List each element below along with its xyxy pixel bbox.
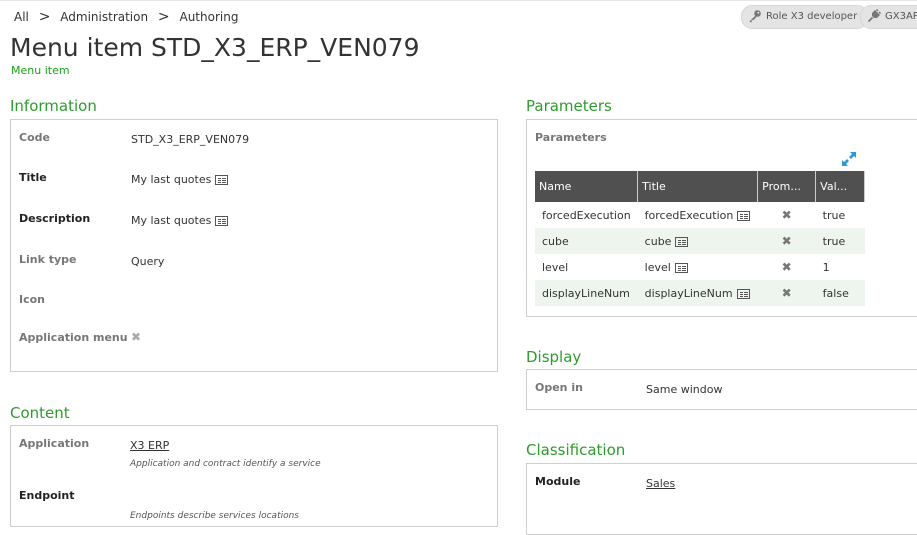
content-section-title: Content <box>10 404 70 422</box>
breadcrumb-item-authoring[interactable]: Authoring <box>179 10 238 24</box>
table-row[interactable]: cube cube ✖ true <box>535 228 865 254</box>
breadcrumb-item-administration[interactable]: Administration <box>60 10 148 24</box>
param-value: true <box>822 208 846 222</box>
breadcrumb-item-all[interactable]: All <box>14 10 29 24</box>
breadcrumb-separator: > <box>38 9 51 25</box>
title-label: Title <box>19 171 47 184</box>
table-row[interactable]: forcedExecution forcedExecution ✖ true <box>535 202 865 228</box>
param-title: forcedExecution <box>644 208 734 222</box>
breadcrumb-separator: > <box>157 9 170 25</box>
code-value: STD_X3_ERP_VEN079 <box>131 133 250 146</box>
role-pill-label: Role X3 developer <box>766 11 858 22</box>
plug-icon <box>867 8 882 23</box>
breadcrumb: All > Administration > Authoring <box>14 9 238 25</box>
translation-memo-icon[interactable] <box>736 288 750 299</box>
param-title: level <box>644 260 671 274</box>
param-name: level <box>542 260 569 274</box>
param-title-cell: forcedExecution <box>638 202 758 228</box>
module-label: Module <box>535 475 581 488</box>
top-divider <box>0 0 917 1</box>
application-hint: Application and contract identify a serv… <box>130 459 321 469</box>
param-title: cube <box>644 234 672 248</box>
param-name: displayLineNum <box>535 280 638 306</box>
param-value: true <box>815 228 865 254</box>
param-name: forcedExecution <box>542 208 631 222</box>
parameters-table: Name Title Prom... Val... forcedExecutio… <box>535 171 866 306</box>
page-subtitle: Menu item <box>11 64 70 77</box>
application-menu-label: Application menu <box>19 331 128 344</box>
param-title: displayLineNum <box>644 286 733 300</box>
column-header-value[interactable]: Val... <box>815 171 866 202</box>
open-in-label: Open in <box>535 381 583 394</box>
unchecked-x-icon: ✖ <box>781 260 792 274</box>
page-title: Menu item STD_X3_ERP_VEN079 <box>10 33 420 62</box>
param-name: cube <box>535 228 638 254</box>
title-value: My last quotes <box>131 173 212 186</box>
translation-memo-icon[interactable] <box>737 210 751 221</box>
display-section-title: Display <box>526 348 582 366</box>
translation-memo-icon[interactable] <box>674 262 688 273</box>
param-title-cell: displayLineNum <box>637 280 758 306</box>
module-link[interactable]: Sales <box>646 477 675 490</box>
translation-memo-icon[interactable] <box>215 216 229 226</box>
param-value: 1 <box>822 260 830 274</box>
description-label: Description <box>19 212 91 225</box>
description-field[interactable]: My last quotes <box>131 214 229 227</box>
description-value: My last quotes <box>131 214 212 227</box>
application-label: Application <box>19 437 90 450</box>
column-header-prompt[interactable]: Prom... <box>757 171 817 202</box>
application-link[interactable]: X3 ERP <box>130 439 169 452</box>
unchecked-x-icon: ✖ <box>781 286 792 300</box>
link-type-value: Query <box>131 255 165 268</box>
param-prompt: ✖ <box>757 280 816 306</box>
param-prompt: ✖ <box>757 228 816 254</box>
information-section-title: Information <box>10 97 97 115</box>
parameters-section-title: Parameters <box>526 97 612 115</box>
unchecked-x-icon: ✖ <box>131 330 142 344</box>
param-prompt: ✖ <box>758 202 816 228</box>
key-icon <box>749 10 761 23</box>
icon-label: Icon <box>19 293 46 306</box>
endpoint-hint: Endpoints describe services locations <box>130 511 299 521</box>
table-row[interactable]: level level ✖ 1 <box>535 254 865 280</box>
parameters-box-label: Parameters <box>535 131 607 144</box>
param-value: false <box>815 280 865 306</box>
endpoint-pill[interactable]: GX3AP <box>860 5 917 29</box>
code-label: Code <box>19 131 50 144</box>
unchecked-x-icon: ✖ <box>781 234 792 248</box>
classification-box <box>526 463 917 535</box>
expand-icon[interactable] <box>841 151 857 167</box>
link-type-label: Link type <box>19 253 77 266</box>
role-pill[interactable]: Role X3 developer <box>741 5 869 29</box>
column-header-title[interactable]: Title <box>637 171 759 202</box>
translation-memo-icon[interactable] <box>215 175 229 185</box>
unchecked-x-icon: ✖ <box>781 208 792 222</box>
param-title-cell: level <box>638 254 758 280</box>
column-header-name[interactable]: Name <box>535 171 639 202</box>
title-field[interactable]: My last quotes <box>131 173 229 186</box>
param-prompt: ✖ <box>758 254 816 280</box>
endpoint-pill-label: GX3AP <box>885 11 917 22</box>
table-row[interactable]: displayLineNum displayLineNum ✖ false <box>535 280 865 306</box>
endpoint-label: Endpoint <box>19 489 75 502</box>
translation-memo-icon[interactable] <box>675 236 689 247</box>
classification-section-title: Classification <box>526 441 626 459</box>
param-title-cell: cube <box>637 228 758 254</box>
open-in-value: Same window <box>646 383 723 396</box>
